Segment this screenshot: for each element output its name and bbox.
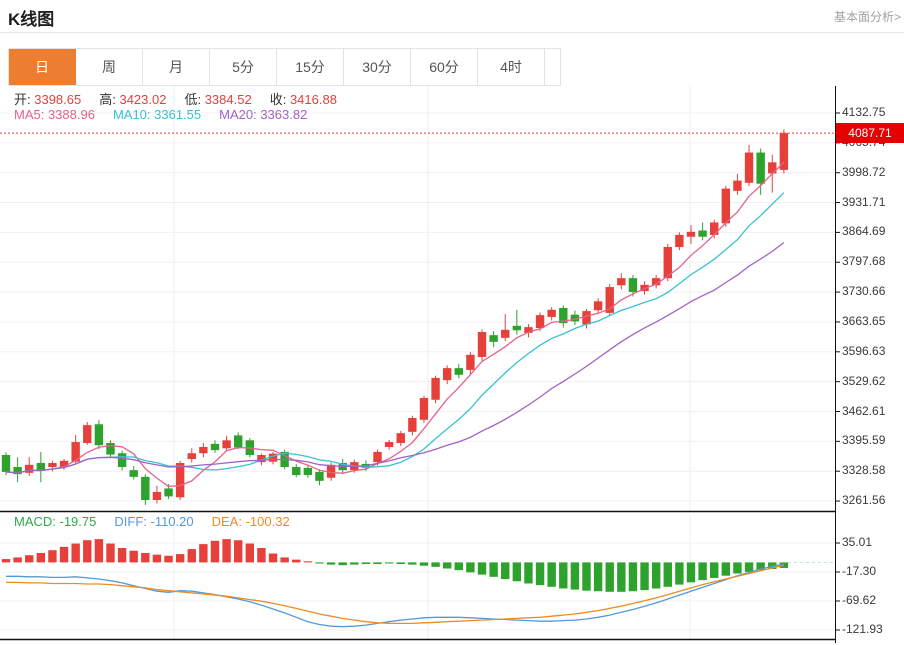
macd-diff: DIFF: -110.20 <box>114 514 194 529</box>
price-axis-tick-label: 3261.56 <box>842 493 886 508</box>
ohlc-readout: 开: 3398.65 高: 3423.02 低: 3384.52 收: 3416.88 <box>14 89 337 108</box>
macd-axis-tick-label: 35.01 <box>842 535 873 549</box>
ma-ma10: MA10: 3361.55 <box>112 107 202 122</box>
current-price-tag: 4087.71 <box>836 123 904 143</box>
ma-ma5: MA5: 3388.96 <box>14 107 95 122</box>
price-axis-tick-label: 4132.75 <box>842 105 886 119</box>
macd-readout: MACD: -19.75 DIFF: -110.20 DEA: -100.32 <box>14 514 290 529</box>
price-axis-tick-label: 3730.66 <box>842 284 886 299</box>
price-axis-tick-label: 3931.71 <box>842 194 886 209</box>
ohlc-close: 收: 3416.88 <box>269 92 337 107</box>
price-axis-tick-label: 3529.62 <box>842 373 886 388</box>
ma-ma20: MA20: 3363.82 <box>219 107 308 122</box>
price-axis-tick-label: 3998.72 <box>842 164 886 179</box>
macd-dea: DEA: -100.32 <box>211 514 290 529</box>
price-axis-tick-label: 3596.63 <box>842 343 886 358</box>
ohlc-high: 高: 3423.02 <box>99 92 167 107</box>
macd-macd: MACD: -19.75 <box>14 514 97 529</box>
price-axis-tick-label: 3797.68 <box>842 254 886 269</box>
macd-axis-tick-label: -69.62 <box>842 593 877 607</box>
ohlc-open: 开: 3398.65 <box>14 92 82 107</box>
price-axis-tick-label: 3864.69 <box>842 224 886 239</box>
ma-readout: MA5: 3388.96 MA10: 3361.55 MA20: 3363.82 <box>14 107 307 122</box>
price-axis-tick-label: 3462.61 <box>842 403 886 418</box>
price-axis-tick-label: 3395.59 <box>842 433 886 448</box>
macd-axis-tick-label: -121.93 <box>842 622 883 636</box>
price-axis-tick-label: 3328.58 <box>842 463 886 478</box>
price-axis-tick-label: 3663.65 <box>842 313 886 328</box>
kline-chart-page: K线图 基本面分析> 日周月 5分 15分 30分 60分 4时 开: 3398.65 高:… <box>0 0 904 645</box>
ohlc-low: 低: 3384.52 <box>184 92 252 107</box>
macd-axis-tick-label: -17.30 <box>842 564 877 578</box>
